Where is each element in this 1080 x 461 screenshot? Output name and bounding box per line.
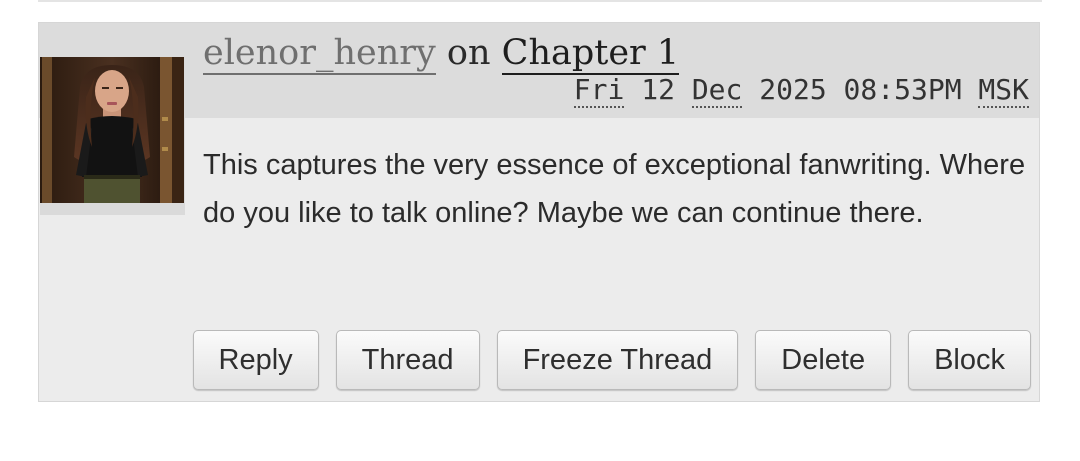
comment-card: elenor_henry on Chapter 1 Fri 12 Dec 202… — [38, 22, 1040, 402]
comment-datetime: Fri 12 Dec 2025 08:53PM MSK — [573, 73, 1029, 108]
top-divider — [38, 0, 1042, 2]
date-weekday: Fri — [573, 73, 625, 108]
chapter-link[interactable]: Chapter 1 — [501, 33, 680, 75]
delete-button[interactable]: Delete — [755, 330, 892, 390]
block-button[interactable]: Block — [908, 330, 1031, 390]
reply-button[interactable]: Reply — [192, 330, 319, 390]
date-day: 12 — [641, 73, 675, 106]
date-year: 2025 — [759, 73, 827, 106]
comment-text: This captures the very essence of except… — [203, 149, 1026, 229]
comment-actions: Reply Thread Freeze Thread Delete Block — [192, 330, 1031, 390]
date-time: 08:53PM — [843, 73, 962, 106]
author-link[interactable]: elenor_henry — [203, 33, 436, 75]
date-month: Dec — [691, 73, 743, 108]
comment-byline: elenor_henry on Chapter 1 — [203, 31, 680, 75]
freeze-thread-button[interactable]: Freeze Thread — [496, 330, 739, 390]
date-timezone: MSK — [978, 73, 1029, 108]
byline-on: on — [446, 33, 491, 73]
avatar[interactable] — [40, 57, 184, 203]
thread-button[interactable]: Thread — [335, 330, 480, 390]
comment-header: elenor_henry on Chapter 1 Fri 12 Dec 202… — [39, 23, 1039, 118]
comment-body: This captures the very essence of except… — [60, 141, 1028, 237]
